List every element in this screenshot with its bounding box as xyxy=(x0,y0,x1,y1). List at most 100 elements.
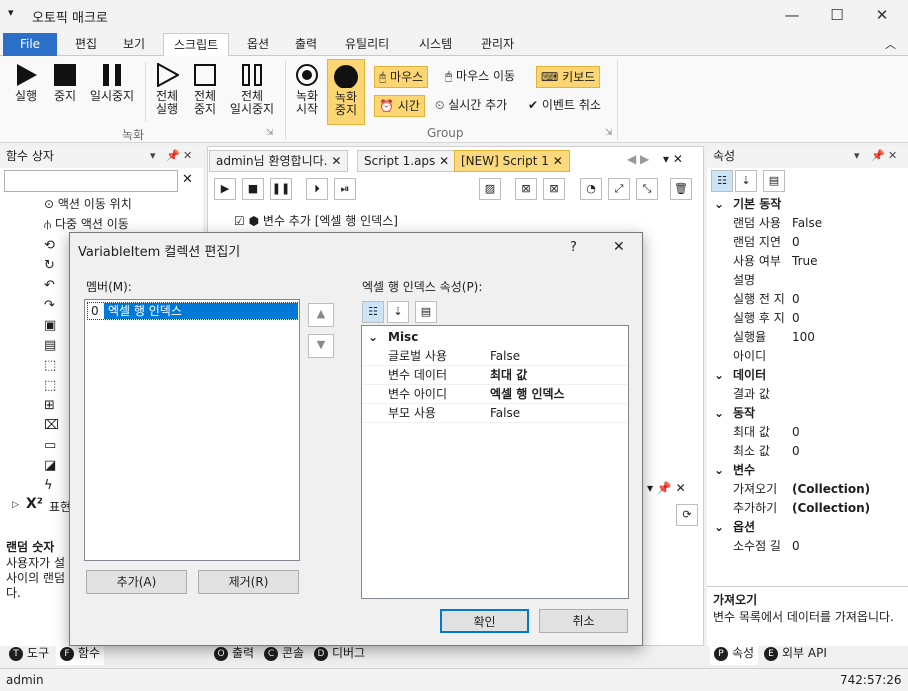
realtime-add-button[interactable]: ⏲ 실시간 추가 xyxy=(431,95,511,117)
run-all-button[interactable]: 전체 실행 xyxy=(150,59,184,125)
property-row[interactable]: 실행 전 지 0 xyxy=(708,290,907,309)
tab-output[interactable]: 출력 xyxy=(285,33,327,56)
collapse-icon[interactable]: ⌄ xyxy=(714,404,724,423)
property-pages-icon[interactable]: ▤ xyxy=(415,301,437,323)
refresh-icon[interactable]: ↻ xyxy=(44,256,64,276)
checkbox-icon[interactable]: ☑ xyxy=(234,214,245,228)
tree-item-label[interactable]: 표현 xyxy=(49,498,71,515)
collapse-icon[interactable]: ⤡ xyxy=(636,178,658,200)
grid-icon[interactable]: ⊞ xyxy=(44,396,64,416)
expand-icon[interactable]: ⤢ xyxy=(608,178,630,200)
dropdown-icon[interactable]: ▾ xyxy=(854,146,860,166)
collapse-icon[interactable]: ⌄ xyxy=(368,328,378,347)
move-up-button[interactable]: ▲ xyxy=(308,303,334,327)
close-button[interactable]: ✕ xyxy=(867,4,897,26)
collapse-icon[interactable]: ⌄ xyxy=(714,195,724,214)
move-down-button[interactable]: ▼ xyxy=(308,334,334,358)
play-icon[interactable]: ▶ xyxy=(214,178,236,200)
property-row[interactable]: 추가하기 (Collection) xyxy=(708,499,907,518)
property-value[interactable]: 0 xyxy=(792,442,800,461)
property-value[interactable]: 100 xyxy=(792,328,815,347)
mouse-move-button[interactable]: 🖱 마우스 이동 xyxy=(441,66,519,88)
step-run-icon[interactable]: ⏯ xyxy=(334,178,356,200)
property-row[interactable]: 랜덤 사용 False xyxy=(708,214,907,233)
tab-console[interactable]: C 콘솔 xyxy=(260,643,308,665)
run-button[interactable]: 실행 xyxy=(8,59,44,125)
close-icon[interactable]: ✕ xyxy=(553,154,563,168)
members-list[interactable]: 0 엑셀 행 인덱스 xyxy=(84,299,300,561)
event-cancel-button[interactable]: ✔ 이벤트 취소 xyxy=(524,95,605,117)
lightning-icon[interactable]: ϟ xyxy=(44,476,64,496)
sort-az-icon[interactable]: ⇣ xyxy=(387,301,409,323)
property-category[interactable]: ⌄ 데이터 xyxy=(708,366,907,385)
close-icon[interactable]: ✕ xyxy=(439,154,449,168)
ribbon-collapse-icon[interactable]: ︿ xyxy=(885,36,896,52)
screen-icon[interactable]: ◪ xyxy=(44,456,64,476)
property-row[interactable]: 설명 xyxy=(708,271,907,290)
property-category[interactable]: ⌄ 동작 xyxy=(708,404,907,423)
script-line[interactable]: ☑ ⬢ 변수 추가 [엑셀 행 인덱스] xyxy=(234,212,398,230)
tree-item[interactable]: ⫛ 다중 액션 이동 xyxy=(44,214,129,234)
property-pages-icon[interactable]: ▤ xyxy=(763,170,785,192)
window-icon[interactable]: ▣ xyxy=(44,316,64,336)
property-row[interactable]: 소수점 길 0 xyxy=(708,537,907,556)
pause-icon[interactable]: ❚❚ xyxy=(270,178,292,200)
property-value[interactable]: False xyxy=(792,214,822,233)
dialog-launcher-icon[interactable]: ⇲ xyxy=(266,128,274,138)
undo-icon[interactable]: ↶ xyxy=(44,276,64,296)
property-value[interactable]: 0 xyxy=(792,537,800,556)
property-row[interactable]: 결과 값 xyxy=(708,385,907,404)
tab-list-icon[interactable]: ▾ ✕ xyxy=(663,152,683,166)
stop-button[interactable]: 중지 xyxy=(48,59,82,125)
property-row[interactable]: 변수 아이디 엑셀 행 인덱스 xyxy=(362,385,628,404)
add-button[interactable]: 추가(A) xyxy=(86,570,187,594)
trash-icon[interactable]: 🗑 xyxy=(670,178,692,200)
sort-az-icon[interactable]: ⇣ xyxy=(735,170,757,192)
region-icon[interactable]: ⬚ xyxy=(44,376,64,396)
mouse-button[interactable]: 🖰 마우스 xyxy=(374,66,429,88)
clock-icon[interactable]: ◔ xyxy=(580,178,602,200)
tab-properties[interactable]: P 속성 xyxy=(710,643,759,665)
collapse-icon[interactable]: ⌄ xyxy=(714,366,724,385)
property-row[interactable]: 변수 데이터 최대 값 xyxy=(362,366,628,385)
property-row[interactable]: 최소 값 0 xyxy=(708,442,907,461)
stop-all-button[interactable]: 전체 중지 xyxy=(188,59,222,125)
tab-functions[interactable]: F 함수 xyxy=(56,643,105,665)
pause-all-button[interactable]: 전체 일시중지 xyxy=(226,59,278,125)
image-icon[interactable]: ▨ xyxy=(479,178,501,200)
property-value[interactable]: (Collection) xyxy=(792,480,870,499)
record-start-button[interactable]: 녹화 시작 xyxy=(290,59,324,125)
remove-button[interactable]: 제거(R) xyxy=(198,570,299,594)
dialog-close-button[interactable]: ✕ xyxy=(613,239,625,255)
pin-icon[interactable]: 📌 xyxy=(166,146,180,166)
property-value[interactable]: 0 xyxy=(792,423,800,442)
property-row[interactable]: 랜덤 지연 0 xyxy=(708,233,907,252)
property-category[interactable]: ⌄ 변수 xyxy=(708,461,907,480)
list-item[interactable]: 0 엑셀 행 인덱스 xyxy=(87,302,298,320)
console-icon[interactable]: ▭ xyxy=(44,436,64,456)
pin-icon[interactable]: 📌 xyxy=(871,146,885,166)
property-value[interactable]: 0 xyxy=(792,309,800,328)
property-row[interactable]: 부모 사용 False xyxy=(362,404,628,423)
categorized-icon[interactable]: ☷ xyxy=(711,170,733,192)
ok-button[interactable]: 확인 xyxy=(440,609,529,633)
loop-icon[interactable]: ⟲ xyxy=(44,236,64,256)
tab-script[interactable]: 스크립트 xyxy=(163,33,230,56)
tab-script-aps[interactable]: Script 1.aps ✕ xyxy=(357,150,457,172)
property-row[interactable]: 사용 여부 True xyxy=(708,252,907,271)
property-category[interactable]: ⌄ 기본 동작 xyxy=(708,195,907,214)
output-panel-controls[interactable]: ▾ 📌 ✕ xyxy=(647,481,686,495)
dialog-launcher-icon[interactable]: ⇲ xyxy=(605,128,613,138)
tab-output[interactable]: O 출력 xyxy=(210,643,258,665)
tab-edit[interactable]: 편집 xyxy=(65,33,107,56)
step-icon[interactable]: ⏵ xyxy=(306,178,328,200)
pause-button[interactable]: 일시중지 xyxy=(86,59,138,125)
property-value[interactable]: False xyxy=(490,347,520,366)
tab-system[interactable]: 시스템 xyxy=(409,33,462,56)
property-value[interactable]: 0 xyxy=(792,233,800,252)
tab-options[interactable]: 옵션 xyxy=(237,33,279,56)
search-input[interactable] xyxy=(4,170,178,192)
tab-file[interactable]: File xyxy=(3,33,57,56)
delete-all-icon[interactable]: ⊠ xyxy=(543,178,565,200)
property-value[interactable]: (Collection) xyxy=(792,499,870,518)
